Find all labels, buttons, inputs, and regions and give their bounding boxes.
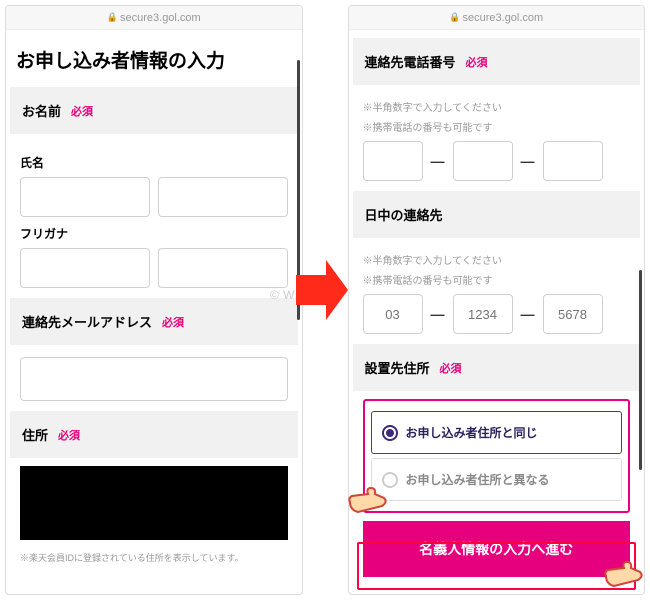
daytime-hint-1: ※半角数字で入力してください	[363, 254, 631, 270]
required-badge: 必須	[440, 360, 462, 376]
section-name-label: お名前	[22, 101, 61, 120]
section-email: 連絡先メールアドレス 必須	[10, 298, 298, 345]
section-email-label: 連絡先メールアドレス	[22, 312, 152, 331]
page-title: お申し込み者情報の入力	[10, 38, 298, 87]
radio-diff-label: お申し込み者住所と異なる	[406, 471, 550, 488]
radio-same-label: お申し込み者住所と同じ	[406, 424, 538, 441]
day-phone1-input[interactable]	[363, 294, 423, 334]
section-daytime: 日中の連絡先	[353, 191, 641, 238]
email-input[interactable]	[20, 357, 288, 401]
day-phone2-input[interactable]	[453, 294, 513, 334]
name-fields: 氏名 フリガナ	[10, 142, 298, 298]
proceed-button[interactable]: 名義人情報の入力へ進む	[363, 521, 631, 577]
section-daytime-label: 日中の連絡先	[365, 205, 443, 224]
dash: —	[517, 306, 539, 322]
url-text: secure3.gol.com	[463, 12, 544, 24]
radio-same-address[interactable]: お申し込み者住所と同じ	[371, 411, 623, 454]
required-badge: 必須	[466, 54, 488, 70]
phone1-input[interactable]	[363, 141, 423, 181]
address-preview-redacted	[20, 466, 288, 540]
lock-icon: 🔒	[107, 12, 118, 23]
required-badge: 必須	[162, 314, 184, 330]
url-bar: 🔒 secure3.gol.com	[349, 6, 645, 30]
dash: —	[427, 153, 449, 169]
pointing-hand-icon	[602, 558, 644, 594]
phone-left: 🔒 secure3.gol.com お申し込み者情報の入力 お名前 必須 氏名 …	[5, 5, 303, 595]
phone-body-left: お申し込み者情報の入力 お名前 必須 氏名 フリガナ 連絡先メールアドレス	[6, 30, 302, 594]
phone3-input[interactable]	[543, 141, 603, 181]
pointing-hand-icon	[346, 484, 388, 520]
section-name: お名前 必須	[10, 87, 298, 134]
day-phone3-input[interactable]	[543, 294, 603, 334]
required-badge: 必須	[71, 103, 93, 119]
phone-right: 🔒 secure3.gol.com 連絡先電話番号 必須 ※半角数字で入力してく…	[348, 5, 646, 595]
section-phone: 連絡先電話番号 必須	[353, 38, 641, 85]
radio-dot-selected-icon	[382, 425, 398, 441]
lastname-kana-input[interactable]	[20, 248, 150, 288]
phone-hint-2: ※携帯電話の番号も可能です	[363, 121, 631, 137]
arrow-icon	[296, 255, 348, 325]
section-install: 設置先住所 必須	[353, 344, 641, 391]
radio-different-address[interactable]: お申し込み者住所と異なる	[371, 458, 623, 501]
lock-icon: 🔒	[449, 12, 460, 23]
section-address-label: 住所	[22, 425, 48, 444]
address-note: ※楽天会員IDに登録されている住所を表示しています。	[10, 548, 298, 570]
required-badge: 必須	[58, 427, 80, 443]
install-address-radio-group: お申し込み者住所と同じ お申し込み者住所と異なる	[363, 399, 631, 513]
dash: —	[517, 153, 539, 169]
furigana-label: フリガナ	[20, 225, 288, 242]
phone2-input[interactable]	[453, 141, 513, 181]
section-address: 住所 必須	[10, 411, 298, 458]
lastname-input[interactable]	[20, 177, 150, 217]
daytime-hint-2: ※携帯電話の番号も可能です	[363, 274, 631, 290]
firstname-input[interactable]	[158, 177, 288, 217]
url-bar: 🔒 secure3.gol.com	[6, 6, 302, 30]
phone-body-right: 連絡先電話番号 必須 ※半角数字で入力してください ※携帯電話の番号も可能です …	[349, 30, 645, 594]
section-install-label: 設置先住所	[365, 358, 430, 377]
fullname-label: 氏名	[20, 154, 288, 171]
section-phone-label: 連絡先電話番号	[365, 52, 456, 71]
firstname-kana-input[interactable]	[158, 248, 288, 288]
url-text: secure3.gol.com	[120, 12, 201, 24]
dash: —	[427, 306, 449, 322]
scrollbar[interactable]	[639, 270, 642, 470]
phone-hint-1: ※半角数字で入力してください	[363, 101, 631, 117]
